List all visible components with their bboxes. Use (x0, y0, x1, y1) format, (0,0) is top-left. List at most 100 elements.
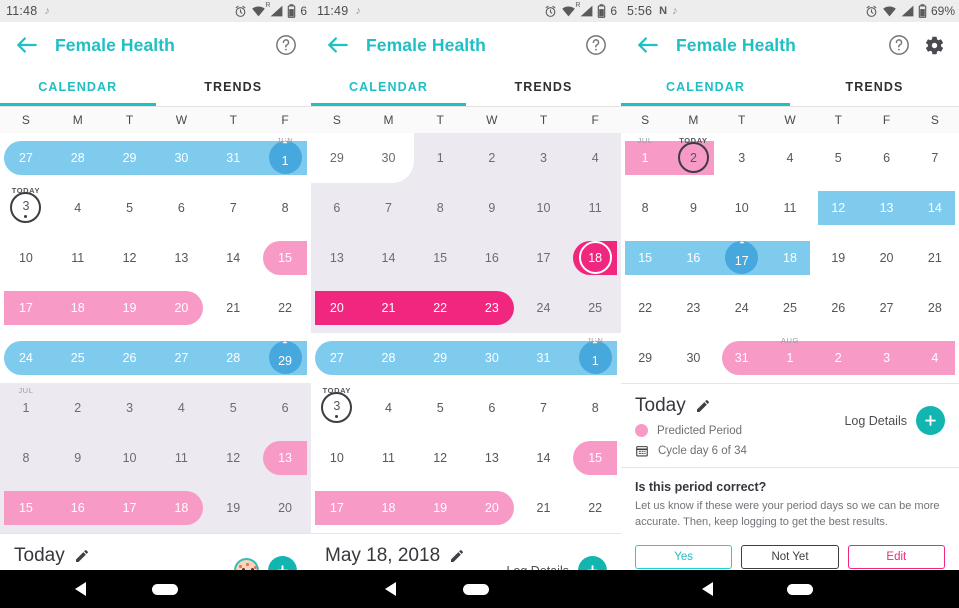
calendar-day-cell[interactable]: 29 (311, 133, 363, 183)
calendar-day-cell[interactable]: 3 (862, 333, 910, 383)
calendar-day-cell[interactable]: 19 (414, 483, 466, 533)
calendar-day-cell[interactable]: 4 (569, 133, 621, 183)
calendar-day-cell[interactable]: 14 (363, 233, 415, 283)
edit-button[interactable]: Edit (847, 544, 945, 569)
tab-trends[interactable]: TRENDS (156, 68, 312, 106)
calendar-day-cell[interactable]: 26 (814, 283, 862, 333)
calendar-day-cell[interactable]: 8 (569, 383, 621, 433)
tab-calendar[interactable]: CALENDAR (311, 68, 466, 106)
nav-home-button[interactable] (786, 583, 813, 595)
calendar-day-cell[interactable]: 3 (104, 383, 156, 433)
calendar-day-cell[interactable]: 11 (52, 233, 104, 283)
calendar-day-cell[interactable]: 25 (52, 333, 104, 383)
calendar-day-cell[interactable]: 4 (766, 133, 814, 183)
calendar-day-cell[interactable]: 12 (414, 433, 466, 483)
calendar-day-cell[interactable]: 24 (0, 333, 52, 383)
calendar-day-cell[interactable]: 9 (669, 183, 717, 233)
calendar-day-cell[interactable]: 23 (669, 283, 717, 333)
log-details-action[interactable]: Log Details (844, 406, 945, 435)
calendar-day-cell[interactable]: 21 (911, 233, 959, 283)
calendar-day-cell[interactable]: 15 (0, 483, 52, 533)
calendar-day-cell[interactable]: 14 (207, 233, 259, 283)
calendar-day-cell[interactable]: 10 (104, 433, 156, 483)
yes-button[interactable]: Yes (635, 544, 733, 569)
calendar-day-cell[interactable]: 28 (207, 333, 259, 383)
nav-home-button[interactable] (462, 583, 489, 595)
calendar-day-cell[interactable]: 7 (518, 383, 570, 433)
calendar-day-cell[interactable]: 8 (259, 183, 311, 233)
calendar-day-cell[interactable]: 4 (155, 383, 207, 433)
calendar-day-cell[interactable]: 30 (669, 333, 717, 383)
calendar-day-cell[interactable]: 27 (311, 333, 363, 383)
calendar-day-cell[interactable]: 15 (621, 233, 669, 283)
calendar-day-cell[interactable]: 9 (466, 183, 518, 233)
calendar-day-cell[interactable]: 16 (52, 483, 104, 533)
calendar-day-cell[interactable]: 29 (414, 333, 466, 383)
calendar-day-cell[interactable]: 13 (466, 433, 518, 483)
calendar-day-cell[interactable]: JUN 1 (259, 133, 311, 183)
notyet-button[interactable]: Not Yet (741, 544, 839, 569)
back-button[interactable] (325, 32, 351, 58)
calendar-day-cell[interactable]: 29 (621, 333, 669, 383)
calendar-day-cell[interactable]: 31 (207, 133, 259, 183)
calendar-day-cell[interactable]: 28 (363, 333, 415, 383)
calendar-day-cell[interactable]: 21 (207, 283, 259, 333)
calendar-day-cell[interactable]: AUG 1 (766, 333, 814, 383)
calendar-day-cell[interactable]: 30 (363, 133, 415, 183)
pencil-edit-icon[interactable] (449, 548, 465, 564)
calendar-day-cell[interactable]: 12 (814, 183, 862, 233)
calendar-day-cell[interactable]: 15 (259, 233, 311, 283)
calendar-day-cell[interactable]: 17 (104, 483, 156, 533)
calendar-day-cell[interactable]: 24 (718, 283, 766, 333)
calendar-day-cell[interactable]: 11 (155, 433, 207, 483)
pencil-edit-icon[interactable] (74, 548, 90, 564)
tab-trends[interactable]: TRENDS (466, 68, 621, 106)
calendar-day-cell[interactable]: 6 (155, 183, 207, 233)
calendar-day-cell[interactable]: JUL 1 (0, 383, 52, 433)
calendar-day-cell[interactable]: 28 (52, 133, 104, 183)
calendar-day-cell[interactable]: 5 (207, 383, 259, 433)
calendar-day-cell[interactable]: 17 (718, 233, 766, 283)
calendar-day-cell[interactable]: 27 (155, 333, 207, 383)
calendar-day-cell[interactable]: 10 (311, 433, 363, 483)
calendar-day-cell[interactable]: 25 (766, 283, 814, 333)
calendar-day-cell[interactable]: 30 (155, 133, 207, 183)
calendar-day-cell[interactable]: 3 (718, 133, 766, 183)
calendar-day-cell[interactable]: 18 (52, 283, 104, 333)
calendar-day-cell[interactable]: 20 (259, 483, 311, 533)
nav-back-button[interactable] (74, 582, 86, 596)
calendar-day-cell[interactable]: 31 (518, 333, 570, 383)
tab-calendar[interactable]: CALENDAR (621, 68, 790, 106)
help-icon[interactable] (888, 34, 910, 56)
calendar-day-cell[interactable]: 11 (569, 183, 621, 233)
calendar-day-cell[interactable]: 22 (414, 283, 466, 333)
calendar-day-cell[interactable]: 4 (911, 333, 959, 383)
calendar-day-cell[interactable]: 5 (104, 183, 156, 233)
calendar-day-cell[interactable]: 11 (363, 433, 415, 483)
calendar-day-cell[interactable]: 7 (911, 133, 959, 183)
calendar-day-cell[interactable]: 20 (466, 483, 518, 533)
calendar-day-cell[interactable]: 2 (814, 333, 862, 383)
calendar-day-cell[interactable]: 9 (52, 433, 104, 483)
calendar-day-cell[interactable]: 13 (259, 433, 311, 483)
calendar-day-cell[interactable]: 25 (569, 283, 621, 333)
calendar-day-cell[interactable]: 8 (0, 433, 52, 483)
calendar-day-cell[interactable]: 15 (414, 233, 466, 283)
calendar-day-cell[interactable]: 30 (466, 333, 518, 383)
calendar-day-cell[interactable]: 20 (862, 233, 910, 283)
pencil-edit-icon[interactable] (695, 398, 711, 414)
calendar-day-cell[interactable]: 17 (518, 233, 570, 283)
calendar-day-cell[interactable]: 10 (718, 183, 766, 233)
calendar-day-cell[interactable]: 13 (311, 233, 363, 283)
calendar-day-cell[interactable]: 5 (814, 133, 862, 183)
help-icon[interactable] (275, 34, 297, 56)
calendar-day-cell[interactable]: 14 (518, 433, 570, 483)
nav-back-button[interactable] (702, 582, 714, 596)
calendar-day-cell[interactable]: 17 (311, 483, 363, 533)
calendar-day-cell[interactable]: 27 (0, 133, 52, 183)
calendar-day-cell[interactable]: 8 (414, 183, 466, 233)
nav-back-button[interactable] (385, 582, 397, 596)
gear-icon[interactable] (924, 35, 945, 56)
calendar-day-cell[interactable]: 20 (311, 283, 363, 333)
help-icon[interactable] (585, 34, 607, 56)
